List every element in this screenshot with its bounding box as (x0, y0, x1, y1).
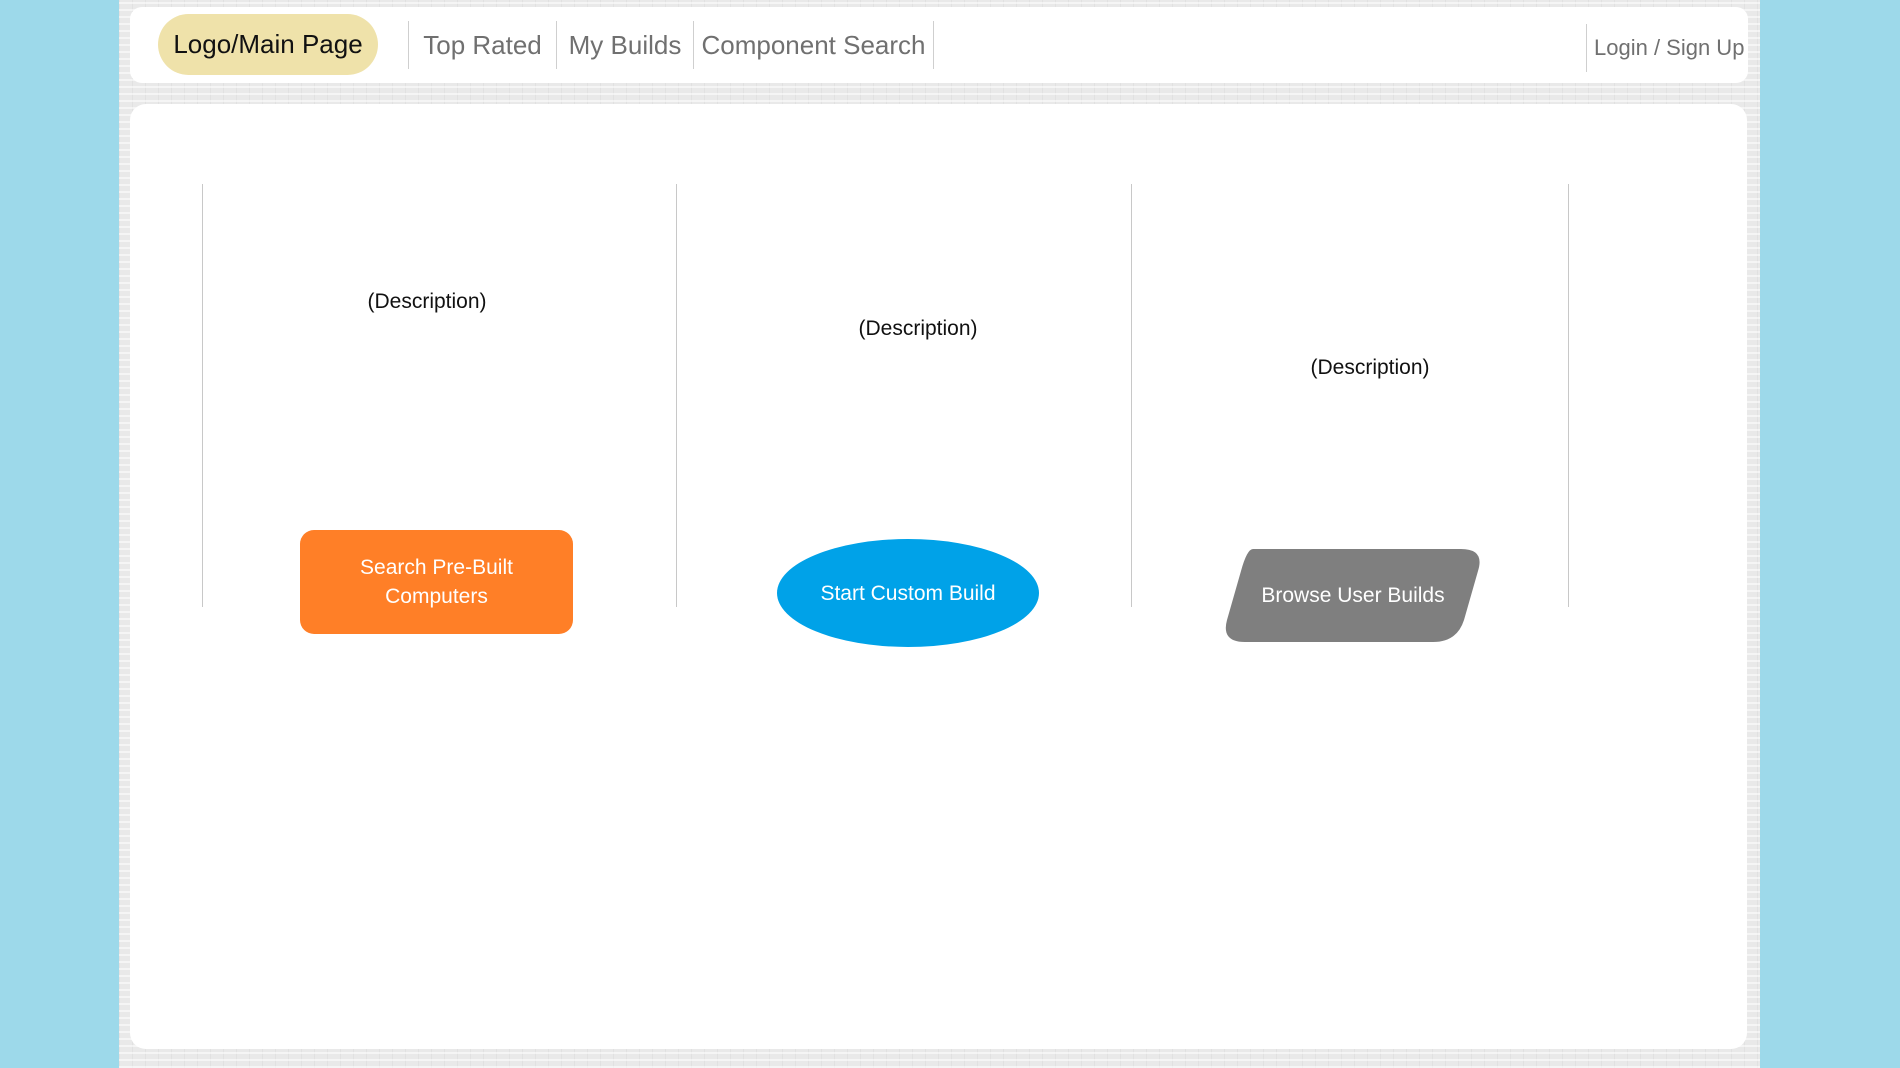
browse-user-builds-button[interactable]: Browse User Builds (1223, 549, 1483, 642)
start-custom-build-button[interactable]: Start Custom Build (777, 539, 1039, 647)
column-divider (1568, 184, 1569, 607)
top-navigation-bar: Logo/Main Page Top Rated My Builds Compo… (130, 7, 1748, 83)
search-prebuilt-computers-label: Search Pre-Built Computers (360, 556, 513, 608)
custom-build-description: (Description) (858, 317, 978, 340)
column-divider (676, 184, 677, 607)
prebuilt-description: (Description) (367, 290, 487, 313)
nav-component-search[interactable]: Component Search (693, 21, 933, 69)
nav-my-builds[interactable]: My Builds (556, 21, 693, 69)
column-divider (202, 184, 203, 607)
logo-main-page-button[interactable]: Logo/Main Page (158, 14, 378, 75)
login-signup-link[interactable]: Login / Sign Up (1586, 24, 1744, 72)
search-prebuilt-computers-button[interactable]: Search Pre-Built Computers (300, 530, 573, 634)
browse-user-builds-label: Browse User Builds (1261, 583, 1445, 607)
nav-top-rated[interactable]: Top Rated (408, 21, 556, 69)
main-content-panel: (Description) (Description) (Description… (130, 104, 1747, 1049)
column-divider (1131, 184, 1132, 607)
user-builds-description: (Description) (1310, 356, 1430, 379)
start-custom-build-label: Start Custom Build (820, 581, 996, 605)
nav-divider (933, 21, 934, 69)
